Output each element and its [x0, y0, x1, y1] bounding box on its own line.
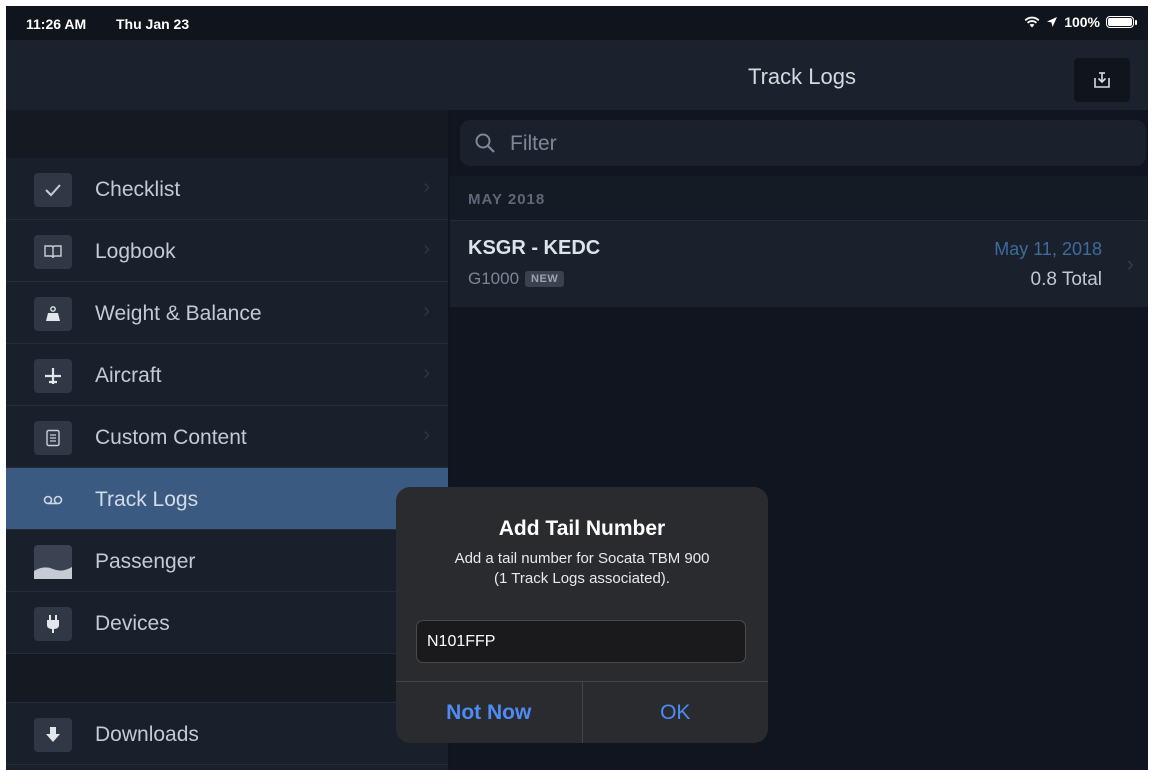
dialog-message-line2: (1 Track Logs associated). [494, 570, 670, 587]
dialog-message: Add a tail number for Socata TBM 900 (1 … [416, 549, 748, 589]
add-tail-number-dialog: Add Tail Number Add a tail number for So… [396, 487, 768, 743]
not-now-button[interactable]: Not Now [396, 682, 583, 743]
ok-button[interactable]: OK [583, 682, 769, 743]
app-screen: 11:26 AM Thu Jan 23 100% Track Logs Chec… [6, 6, 1148, 770]
tail-number-input[interactable] [416, 620, 746, 663]
dialog-message-line1: Add a tail number for Socata TBM 900 [454, 550, 710, 567]
dialog-buttons: Not Now OK [396, 681, 768, 743]
dialog-title: Add Tail Number [498, 517, 666, 540]
